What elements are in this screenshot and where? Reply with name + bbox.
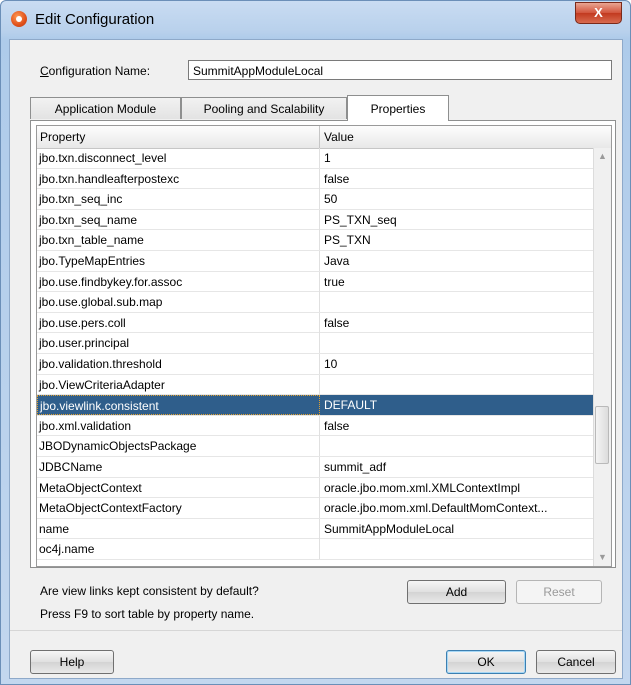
property-name-cell[interactable]: name	[37, 518, 320, 539]
property-name-cell[interactable]: jbo.use.pers.coll	[37, 312, 320, 333]
property-name-cell[interactable]: jbo.use.findbykey.for.assoc	[37, 271, 320, 292]
property-name-cell[interactable]: MetaObjectContextFactory	[37, 498, 320, 519]
scroll-down-arrow-icon[interactable]: ▼	[594, 549, 611, 566]
table-row[interactable]: JDBCName summit_adf	[37, 456, 593, 478]
help-button-label: Help	[59, 655, 85, 669]
property-value-cell[interactable]: summit_adf	[320, 457, 593, 477]
table-header: Property Value	[37, 126, 611, 149]
table-row[interactable]: jbo.txn_table_name PS_TXN	[37, 230, 593, 251]
table-row[interactable]: MetaObjectContext oracle.jbo.mom.xml.XMLC…	[37, 477, 593, 499]
property-value-cell[interactable]	[320, 333, 593, 353]
table-row[interactable]: jbo.use.findbykey.for.assoc true	[37, 271, 593, 293]
table-row[interactable]: jbo.validation.threshold 10	[37, 353, 593, 375]
table-row[interactable]: jbo.ViewCriteriaAdapter	[37, 374, 593, 396]
table-rows: jbo.txn.disconnect_level 1 jbo.txn.handlea…	[37, 148, 593, 560]
property-name-cell[interactable]: jbo.TypeMapEntries	[37, 250, 320, 271]
table-row[interactable]: jbo.txn_seq_name PS_TXN_seq	[37, 209, 593, 231]
table-row[interactable]: MetaObjectContextFactory oracle.jbo.mom.x…	[37, 498, 593, 519]
column-header-value[interactable]: Value	[320, 126, 593, 148]
property-name-cell[interactable]: jbo.txn.disconnect_level	[37, 148, 320, 168]
property-value-cell[interactable]: false	[320, 313, 593, 333]
property-value-cell[interactable]	[320, 292, 593, 312]
property-value-cell[interactable]	[320, 539, 593, 559]
property-name-cell[interactable]: jbo.xml.validation	[37, 415, 320, 436]
configuration-name-label: Configuration Name:	[40, 64, 150, 78]
table-row[interactable]: jbo.xml.validation false	[37, 415, 593, 437]
column-header-property[interactable]: Property	[37, 126, 320, 148]
property-name-cell[interactable]: jbo.txn_seq_inc	[37, 189, 320, 210]
property-value-cell[interactable]	[320, 436, 593, 456]
oracle-app-icon	[11, 11, 27, 27]
table-row[interactable]: jbo.viewlink.consistent DEFAULT	[37, 395, 593, 416]
reset-button[interactable]: Reset	[516, 580, 602, 604]
tab-application-module[interactable]: Application Module	[30, 97, 181, 119]
table-row[interactable]: jbo.txn.disconnect_level 1	[37, 148, 593, 169]
property-name-cell[interactable]: jbo.txn_table_name	[37, 230, 320, 251]
property-name-cell[interactable]: MetaObjectContext	[37, 477, 320, 498]
help-button[interactable]: Help	[30, 650, 114, 674]
tab-properties[interactable]: Properties	[347, 95, 449, 121]
add-button[interactable]: Add	[407, 580, 506, 604]
configuration-name-input[interactable]: SummitAppModuleLocal	[188, 60, 612, 80]
property-value-cell[interactable]: oracle.jbo.mom.xml.DefaultMomContext...	[320, 498, 593, 518]
properties-table: Property Value jbo.txn.disconnect_level 1…	[36, 125, 612, 567]
property-name-cell[interactable]: jbo.txn.handleafterpostexc	[37, 168, 320, 189]
property-value-cell[interactable]: 1	[320, 148, 593, 168]
properties-panel: Property Value jbo.txn.disconnect_level 1…	[30, 120, 616, 568]
vertical-scrollbar[interactable]: ▲ ▼	[593, 148, 611, 566]
scroll-up-arrow-icon[interactable]: ▲	[594, 148, 611, 165]
ok-button[interactable]: OK	[446, 650, 526, 674]
property-value-cell[interactable]: 10	[320, 354, 593, 374]
table-row[interactable]: jbo.user.principal	[37, 333, 593, 354]
property-value-cell[interactable]: 50	[320, 189, 593, 209]
cancel-button[interactable]: Cancel	[536, 650, 616, 674]
dialog-title: Edit Configuration	[35, 11, 155, 28]
property-value-cell[interactable]: SummitAppModuleLocal	[320, 519, 593, 539]
property-value-cell[interactable]: true	[320, 272, 593, 292]
table-row[interactable]: jbo.txn.handleafterpostexc false	[37, 168, 593, 190]
configuration-name-mnemonic: C	[40, 64, 49, 78]
reset-button-label: Reset	[543, 585, 575, 599]
table-row[interactable]: jbo.use.pers.coll false	[37, 312, 593, 334]
property-value-cell[interactable]: PS_TXN	[320, 230, 593, 250]
property-name-cell[interactable]: jbo.validation.threshold	[37, 353, 320, 374]
table-row[interactable]: JBODynamicObjectsPackage	[37, 436, 593, 457]
button-separator	[10, 630, 622, 631]
table-row[interactable]: jbo.TypeMapEntries Java	[37, 250, 593, 272]
property-value-cell[interactable]	[320, 375, 593, 395]
add-button-label: Add	[445, 585, 468, 599]
configuration-name-label-text: onfiguration Name:	[48, 64, 151, 78]
property-value-cell[interactable]: false	[320, 169, 593, 189]
property-name-cell[interactable]: jbo.user.principal	[37, 333, 320, 354]
table-row[interactable]: name SummitAppModuleLocal	[37, 518, 593, 540]
property-name-cell[interactable]: JDBCName	[37, 456, 320, 477]
table-row[interactable]: jbo.use.global.sub.map	[37, 292, 593, 313]
property-value-cell[interactable]: oracle.jbo.mom.xml.XMLContextImpl	[320, 478, 593, 498]
property-name-cell[interactable]: jbo.use.global.sub.map	[37, 292, 320, 313]
property-name-cell[interactable]: jbo.ViewCriteriaAdapter	[37, 374, 320, 395]
dialog-body: Configuration Name: SummitAppModuleLocal…	[9, 39, 623, 679]
property-name-cell[interactable]: jbo.viewlink.consistent	[37, 395, 320, 416]
cancel-button-label: Cancel	[557, 655, 595, 669]
property-name-cell[interactable]: jbo.txn_seq_name	[37, 209, 320, 230]
edit-configuration-dialog: Edit Configuration X Configuration Name:…	[0, 0, 631, 685]
property-name-cell[interactable]: JBODynamicObjectsPackage	[37, 436, 320, 457]
property-value-cell[interactable]: DEFAULT	[320, 395, 593, 416]
ok-button-label: OK	[477, 655, 495, 669]
property-value-cell[interactable]: Java	[320, 251, 593, 271]
property-description: Are view links kept consistent by defaul…	[40, 584, 259, 598]
sort-hint: Press F9 to sort table by property name.	[40, 607, 255, 621]
property-value-cell[interactable]: false	[320, 416, 593, 436]
close-button[interactable]: X	[575, 2, 622, 24]
table-row[interactable]: jbo.txn_seq_inc 50	[37, 189, 593, 210]
property-value-cell[interactable]: PS_TXN_seq	[320, 210, 593, 230]
title-bar[interactable]: Edit Configuration X	[1, 1, 630, 39]
tab-pooling-and-scalability[interactable]: Pooling and Scalability	[181, 97, 347, 119]
table-row[interactable]: oc4j.name	[37, 539, 593, 560]
scrollbar-thumb[interactable]	[595, 406, 609, 464]
property-name-cell[interactable]: oc4j.name	[37, 539, 320, 560]
